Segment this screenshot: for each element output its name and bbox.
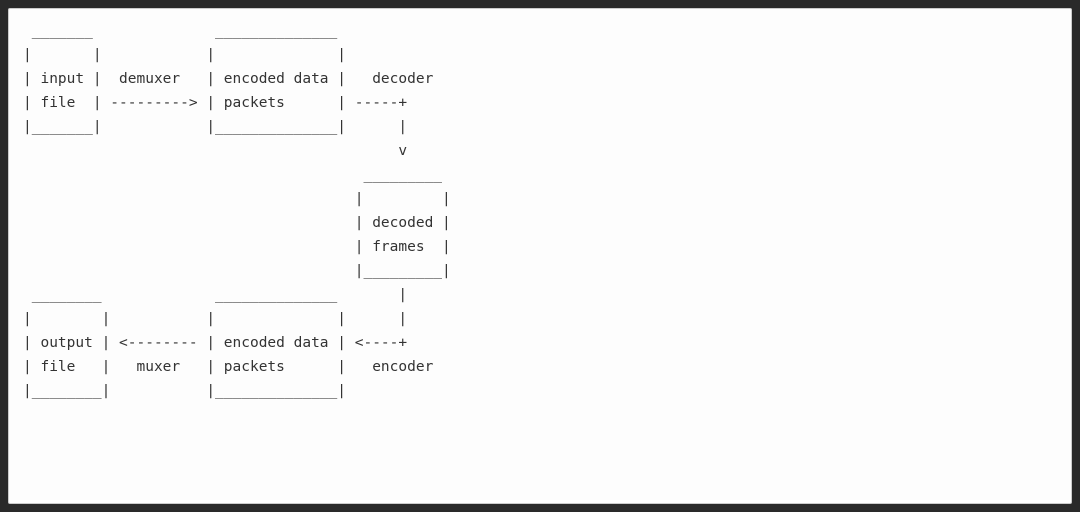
ascii-diagram: _______ ______________ | | | | | input |… <box>23 19 1057 403</box>
document-window: _______ ______________ | | | | | input |… <box>8 8 1072 504</box>
